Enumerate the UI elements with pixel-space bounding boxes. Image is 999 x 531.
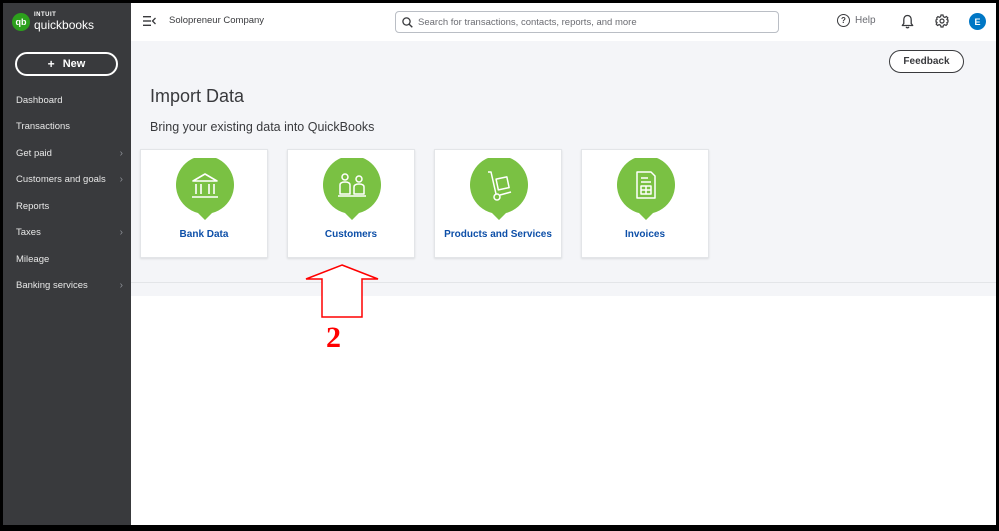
sidebar-item-label: Taxes: [16, 227, 41, 239]
sidebar-item-label: Banking services: [16, 280, 88, 292]
chevron-right-icon: ›: [119, 227, 123, 239]
import-card-products-and-services[interactable]: Products and Services: [434, 149, 562, 258]
bank-icon: [176, 158, 234, 220]
new-button[interactable]: + New: [15, 52, 118, 76]
sidebar-item-label: Customers and goals: [16, 174, 106, 186]
sidebar-item-transactions[interactable]: Transactions: [3, 114, 131, 141]
menu-collapse-icon[interactable]: [143, 15, 156, 27]
plus-icon: +: [47, 57, 55, 71]
company-name: Solopreneur Company: [169, 15, 265, 26]
sidebar-item-taxes[interactable]: Taxes ›: [3, 220, 131, 247]
feedback-button[interactable]: Feedback: [889, 50, 964, 73]
page-subtitle: Bring your existing data into QuickBooks: [150, 120, 375, 134]
search-icon: [402, 16, 413, 28]
help-button[interactable]: ? Help: [837, 14, 876, 27]
invoice-icon: [617, 158, 675, 220]
import-card-customers[interactable]: Customers: [287, 149, 415, 258]
new-button-label: New: [62, 58, 86, 70]
chevron-right-icon: ›: [119, 147, 123, 159]
card-label: Invoices: [624, 229, 666, 240]
logo-product-text: quickbooks: [34, 18, 95, 32]
top-header: Solopreneur Company ? Help E: [131, 3, 996, 41]
sidebar-item-dashboard[interactable]: Dashboard: [3, 87, 131, 114]
sidebar-nav: Dashboard Transactions Get paid › Custom…: [3, 87, 131, 299]
sidebar-item-label: Reports: [16, 200, 50, 212]
chevron-right-icon: ›: [119, 280, 123, 292]
sidebar-item-label: Get paid: [16, 147, 52, 159]
bell-icon[interactable]: [901, 14, 914, 29]
content-divider: [131, 282, 996, 283]
sidebar-item-reports[interactable]: Reports: [3, 193, 131, 220]
sidebar-item-get-paid[interactable]: Get paid ›: [3, 140, 131, 167]
import-card-invoices[interactable]: Invoices: [581, 149, 709, 258]
customers-icon: [323, 158, 381, 220]
quickbooks-logo[interactable]: qb INTUIT quickbooks: [12, 12, 94, 31]
card-label: Products and Services: [444, 229, 552, 240]
help-label: Help: [855, 15, 876, 26]
chevron-right-icon: ›: [119, 174, 123, 186]
sidebar-item-label: Mileage: [16, 253, 50, 265]
search-box[interactable]: [395, 11, 779, 33]
qb-logo-icon: qb: [12, 12, 30, 31]
search-input[interactable]: [418, 16, 768, 28]
card-label: Bank Data: [179, 229, 229, 240]
app-window: qb INTUIT quickbooks + New Dashboard Tra…: [3, 3, 996, 525]
import-card-bank-data[interactable]: Bank Data: [140, 149, 268, 258]
sidebar-item-banking-services[interactable]: Banking services ›: [3, 273, 131, 300]
sidebar-item-mileage[interactable]: Mileage: [3, 246, 131, 273]
page-title: Import Data: [150, 86, 245, 106]
sidebar-item-customers-and-goals[interactable]: Customers and goals ›: [3, 167, 131, 194]
main-content: Feedback Import Data Bring your existing…: [131, 41, 996, 296]
red-up-arrow-annotation: [305, 264, 379, 318]
gear-icon[interactable]: [935, 14, 949, 28]
step-number-annotation: 2: [326, 321, 341, 354]
avatar[interactable]: E: [969, 13, 986, 30]
sidebar-item-label: Transactions: [16, 121, 71, 133]
help-icon: ?: [837, 14, 850, 27]
card-label: Customers: [324, 229, 378, 240]
sidebar-item-label: Dashboard: [16, 94, 63, 106]
hand-truck-icon: [470, 158, 528, 220]
sidebar: qb INTUIT quickbooks + New Dashboard Tra…: [3, 3, 131, 525]
